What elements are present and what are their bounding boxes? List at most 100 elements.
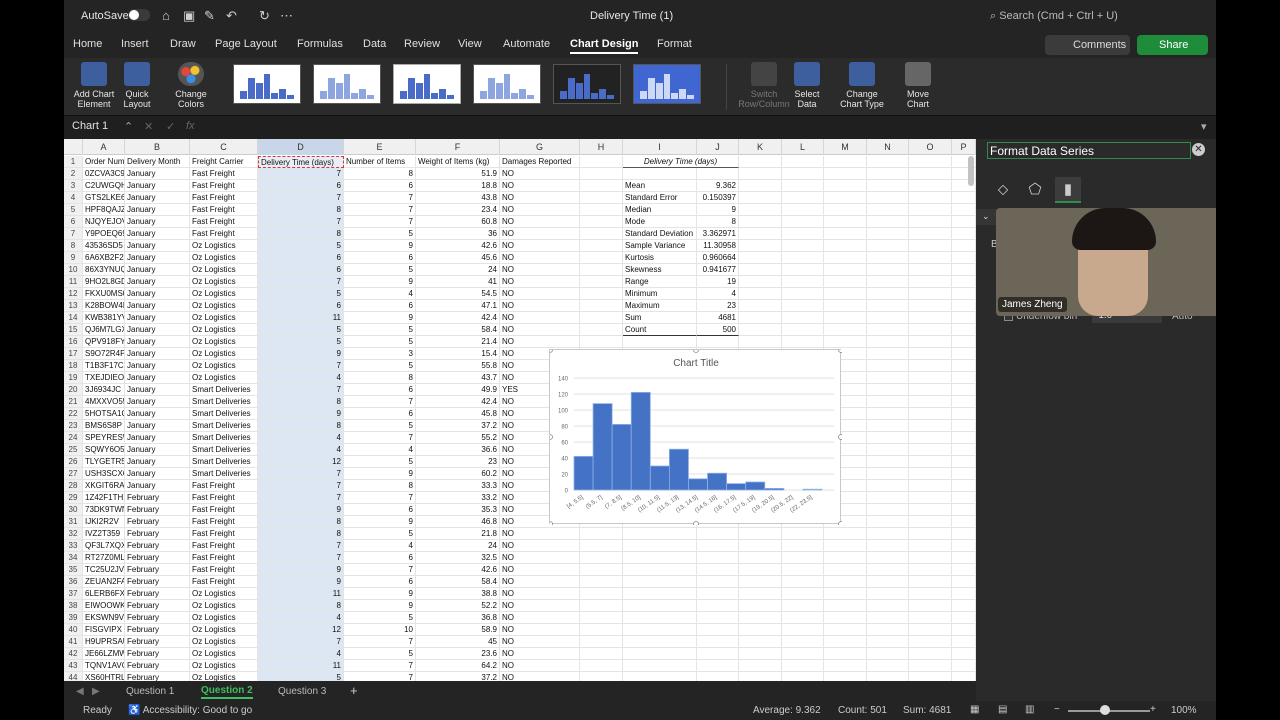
row-number[interactable]: 15 — [64, 324, 83, 336]
empty-cell[interactable] — [909, 672, 952, 681]
empty-cell[interactable] — [697, 588, 739, 600]
histogram-bar[interactable] — [573, 456, 594, 491]
data-cell[interactable]: 36.8 — [416, 612, 500, 624]
data-cell[interactable]: Oz Logistics — [190, 348, 258, 360]
chart-style-5[interactable] — [553, 64, 621, 104]
empty-cell[interactable] — [824, 204, 867, 216]
data-cell[interactable]: January — [125, 192, 190, 204]
histogram-bar[interactable] — [630, 392, 651, 491]
data-cell[interactable]: 43.8 — [416, 192, 500, 204]
empty-cell[interactable] — [909, 180, 952, 192]
empty-cell[interactable] — [909, 252, 952, 264]
empty-cell[interactable] — [952, 252, 976, 264]
data-cell[interactable]: January — [125, 372, 190, 384]
data-cell[interactable]: 8 — [344, 372, 416, 384]
empty-cell[interactable] — [867, 504, 909, 516]
empty-cell[interactable] — [580, 300, 623, 312]
tab-format[interactable]: Format — [657, 38, 692, 50]
data-cell[interactable]: 4 — [258, 612, 344, 624]
empty-cell[interactable] — [952, 456, 976, 468]
data-cell[interactable]: 9HO2L8GD — [83, 276, 125, 288]
stats-label[interactable]: Sample Variance — [623, 240, 697, 252]
row-number[interactable]: 18 — [64, 360, 83, 372]
empty-cell[interactable] — [580, 636, 623, 648]
data-cell[interactable]: NO — [500, 672, 580, 681]
data-cell[interactable]: Smart Deliveries — [190, 468, 258, 480]
data-cell[interactable]: Fast Freight — [190, 228, 258, 240]
empty-cell[interactable] — [782, 588, 824, 600]
empty-cell[interactable] — [782, 324, 824, 336]
data-cell[interactable]: 0ZCVA3C9 — [83, 168, 125, 180]
data-cell[interactable]: NO — [500, 288, 580, 300]
row-number[interactable]: 35 — [64, 564, 83, 576]
data-cell[interactable]: February — [125, 672, 190, 681]
fill-line-icon[interactable]: ⬦ — [990, 177, 1016, 203]
data-cell[interactable]: Oz Logistics — [190, 660, 258, 672]
chart-style-6[interactable] — [633, 64, 701, 104]
data-cell[interactable]: 21.8 — [416, 528, 500, 540]
data-cell[interactable]: 47.1 — [416, 300, 500, 312]
data-cell[interactable]: February — [125, 660, 190, 672]
header-cell[interactable]: Delivery Time (days) — [258, 156, 344, 168]
data-cell[interactable]: 7 — [344, 564, 416, 576]
data-cell[interactable]: 4 — [344, 540, 416, 552]
empty-cell[interactable] — [782, 252, 824, 264]
empty-cell[interactable] — [739, 312, 782, 324]
empty-cell[interactable] — [824, 156, 867, 168]
row-number[interactable]: 17 — [64, 348, 83, 360]
empty-cell[interactable] — [580, 204, 623, 216]
data-cell[interactable]: 3J6934JC — [83, 384, 125, 396]
data-cell[interactable]: January — [125, 216, 190, 228]
empty-cell[interactable] — [867, 444, 909, 456]
empty-cell[interactable] — [824, 552, 867, 564]
data-cell[interactable]: February — [125, 624, 190, 636]
empty-cell[interactable] — [909, 240, 952, 252]
empty-cell[interactable] — [952, 564, 976, 576]
data-cell[interactable]: XS60HTRL — [83, 672, 125, 681]
data-cell[interactable]: 6LERB6FX — [83, 588, 125, 600]
empty-cell[interactable] — [623, 612, 697, 624]
row-number[interactable]: 33 — [64, 540, 83, 552]
data-cell[interactable]: February — [125, 516, 190, 528]
empty-cell[interactable] — [824, 636, 867, 648]
row-number[interactable]: 39 — [64, 612, 83, 624]
data-cell[interactable]: 11 — [258, 660, 344, 672]
data-cell[interactable]: Smart Deliveries — [190, 396, 258, 408]
data-cell[interactable]: Oz Logistics — [190, 600, 258, 612]
data-cell[interactable]: 5 — [344, 360, 416, 372]
empty-cell[interactable] — [782, 336, 824, 348]
empty-cell[interactable] — [782, 240, 824, 252]
comments-button[interactable]: Comments — [1045, 35, 1130, 55]
data-cell[interactable]: 12 — [258, 624, 344, 636]
data-cell[interactable]: Fast Freight — [190, 576, 258, 588]
data-cell[interactable]: 9 — [344, 468, 416, 480]
empty-cell[interactable] — [623, 540, 697, 552]
data-cell[interactable]: 46.8 — [416, 516, 500, 528]
data-cell[interactable]: TC25U2JV — [83, 564, 125, 576]
column-header[interactable]: L — [782, 139, 824, 155]
data-cell[interactable]: 58.4 — [416, 324, 500, 336]
stats-value[interactable]: 11.30958 — [697, 240, 739, 252]
data-cell[interactable]: January — [125, 432, 190, 444]
empty-cell[interactable] — [623, 624, 697, 636]
empty-cell[interactable] — [824, 528, 867, 540]
empty-cell[interactable] — [782, 180, 824, 192]
data-cell[interactable]: EKSWN9VI — [83, 612, 125, 624]
data-cell[interactable]: 8 — [258, 528, 344, 540]
data-cell[interactable]: 7 — [344, 396, 416, 408]
stats-label[interactable]: Range — [623, 276, 697, 288]
data-cell[interactable]: 42.4 — [416, 396, 500, 408]
empty-cell[interactable] — [739, 528, 782, 540]
empty-cell[interactable] — [909, 612, 952, 624]
empty-cell[interactable] — [867, 588, 909, 600]
data-cell[interactable]: NO — [500, 312, 580, 324]
empty-cell[interactable] — [909, 168, 952, 180]
data-cell[interactable]: January — [125, 240, 190, 252]
data-cell[interactable]: NO — [500, 648, 580, 660]
empty-cell[interactable] — [952, 672, 976, 681]
data-cell[interactable]: 8 — [344, 168, 416, 180]
empty-cell[interactable] — [867, 168, 909, 180]
data-cell[interactable]: 36 — [416, 228, 500, 240]
stats-value[interactable]: 0.941677 — [697, 264, 739, 276]
column-header[interactable]: D — [258, 139, 344, 155]
